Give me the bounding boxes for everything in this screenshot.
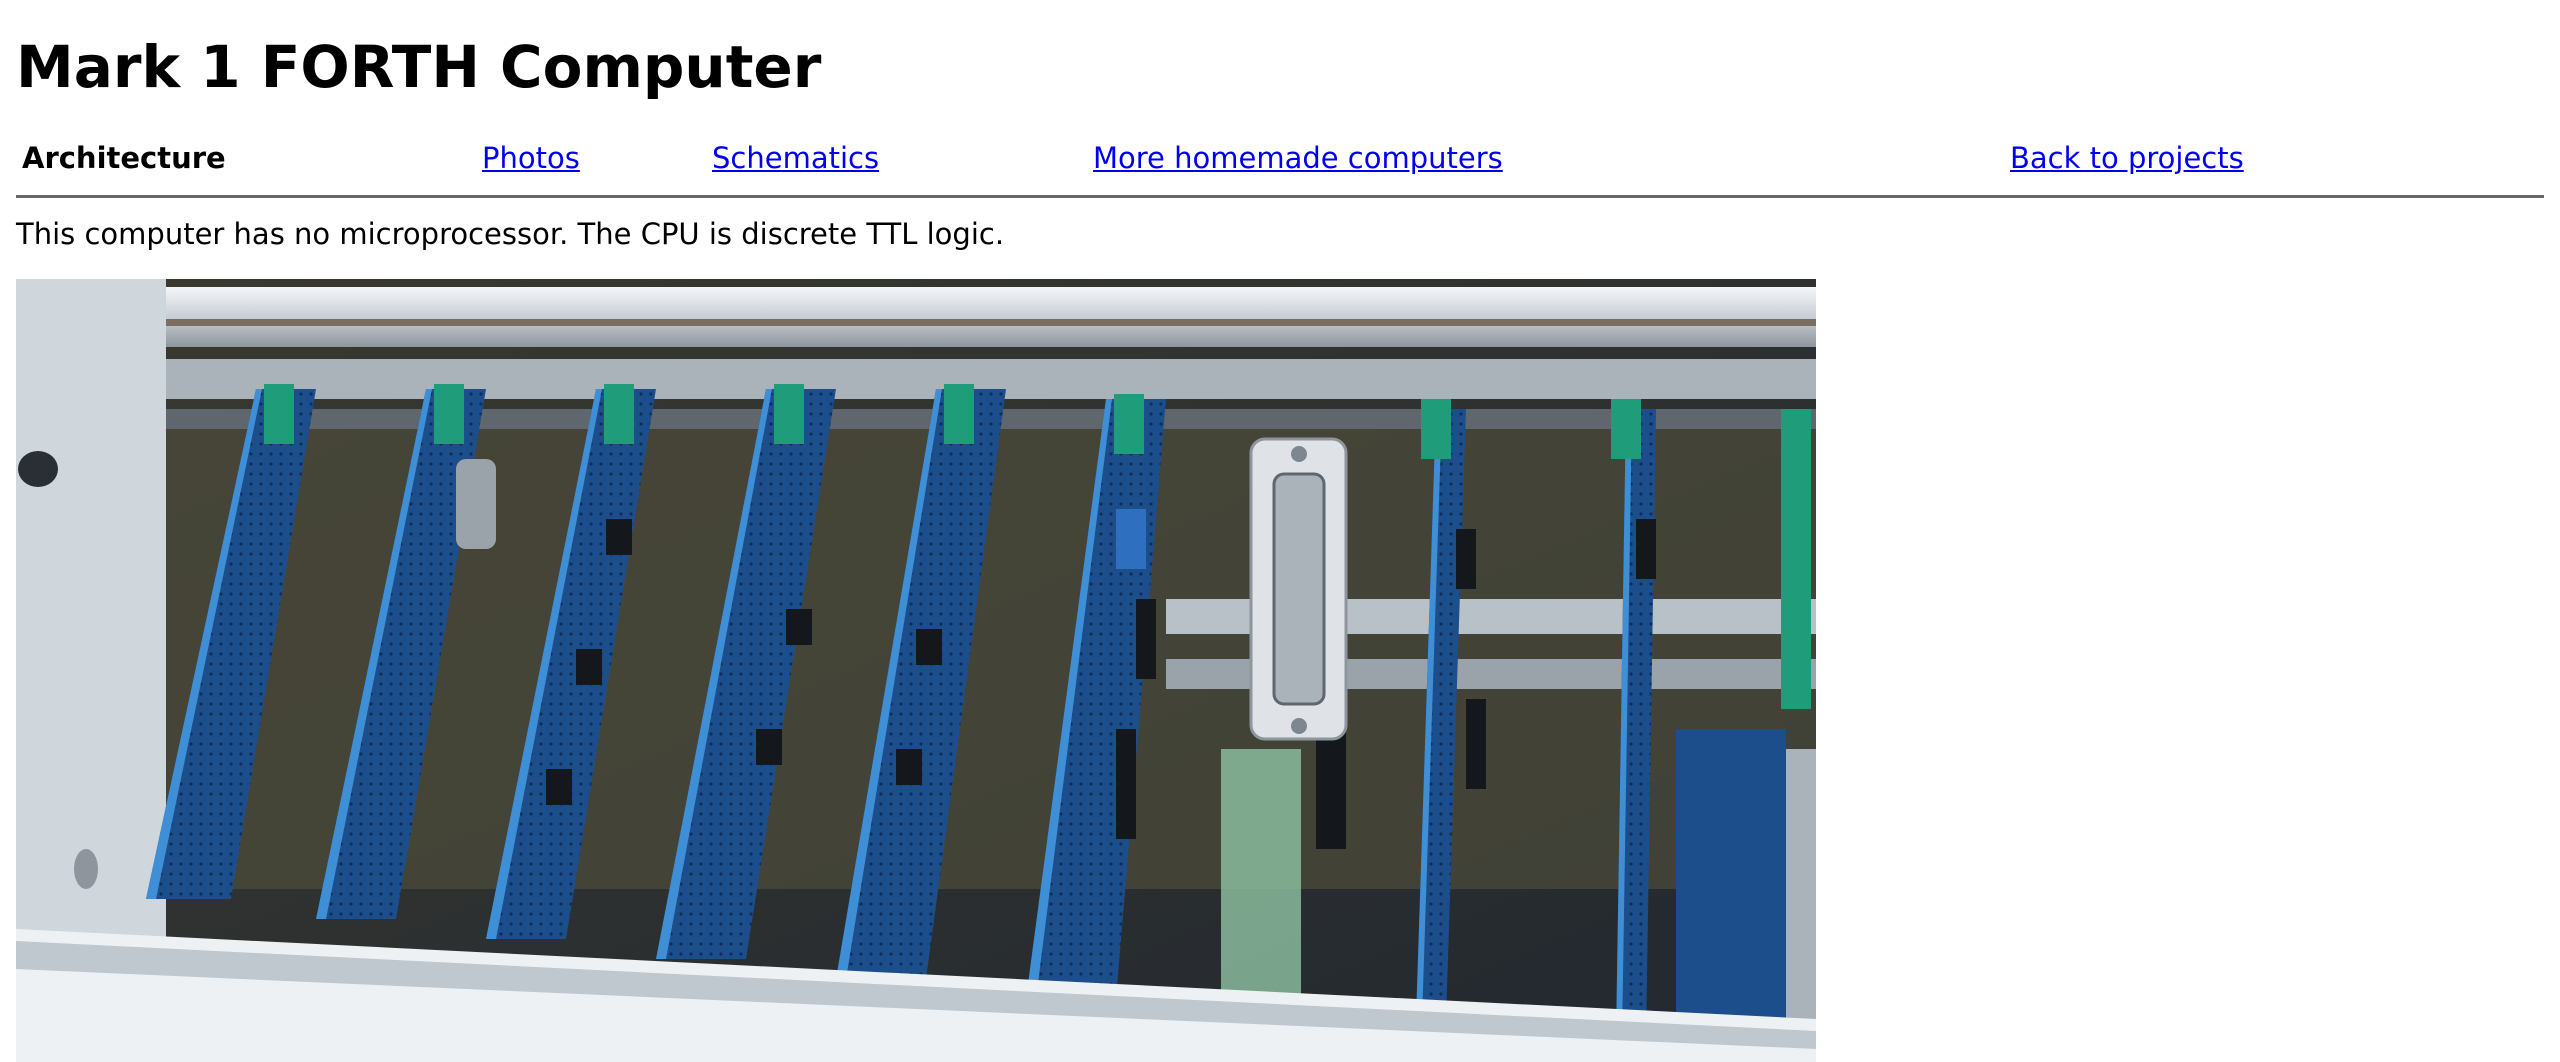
- card-cage-illustration: [16, 279, 1816, 1062]
- page-title: Mark 1 FORTH Computer: [16, 33, 822, 101]
- intro-text: This computer has no microprocessor. The…: [16, 217, 1005, 251]
- computer-photo: [16, 279, 1816, 1062]
- nav-link-schematics[interactable]: Schematics: [712, 138, 879, 178]
- nav-current-architecture: Architecture: [22, 141, 226, 175]
- nav-bar: Architecture Photos Schematics More home…: [16, 138, 2544, 178]
- nav-link-more-homemade-computers[interactable]: More homemade computers: [1093, 138, 1503, 178]
- divider: [16, 195, 2544, 198]
- nav-link-back-to-projects[interactable]: Back to projects: [2010, 138, 2244, 178]
- nav-link-photos[interactable]: Photos: [482, 138, 580, 178]
- page: Mark 1 FORTH Computer Architecture Photo…: [0, 0, 2560, 1062]
